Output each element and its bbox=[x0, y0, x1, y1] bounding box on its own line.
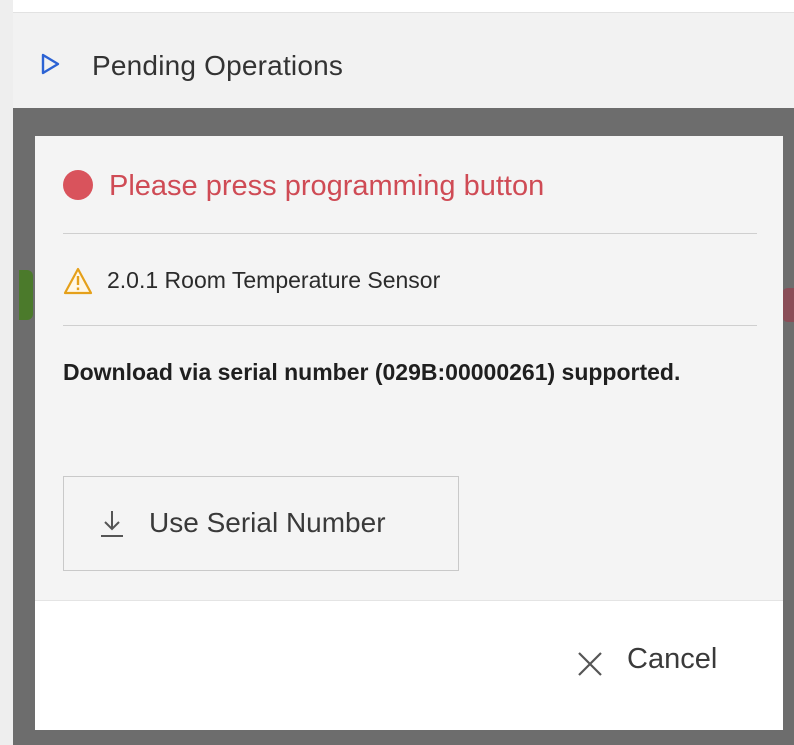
divider bbox=[63, 233, 757, 234]
cancel-label: Cancel bbox=[627, 643, 718, 675]
app-left-strip bbox=[0, 0, 13, 745]
pending-operations-header: Pending Operations bbox=[13, 12, 794, 110]
warning-icon bbox=[63, 267, 93, 295]
cancel-button[interactable]: Cancel bbox=[563, 631, 753, 693]
serial-number-message: Download via serial number (029B:0000026… bbox=[63, 359, 681, 385]
divider bbox=[63, 325, 757, 326]
app-window: Pending Operations Please press programm… bbox=[0, 0, 794, 745]
use-serial-number-label: Use Serial Number bbox=[149, 507, 386, 538]
background-item-edge-right bbox=[782, 288, 794, 322]
page-title: Pending Operations bbox=[92, 50, 344, 81]
programming-dialog: Please press programming button 2.0.1 Ro… bbox=[35, 136, 783, 730]
use-serial-number-button[interactable]: Use Serial Number bbox=[63, 476, 459, 571]
device-name: 2.0.1 Room Temperature Sensor bbox=[107, 267, 441, 293]
download-icon bbox=[101, 511, 123, 537]
close-icon bbox=[578, 652, 602, 676]
dialog-body: Please press programming button 2.0.1 Ro… bbox=[35, 136, 783, 600]
status-dot-icon bbox=[63, 170, 93, 200]
status-message: Please press programming button bbox=[109, 170, 545, 202]
background-item-edge-left bbox=[19, 270, 33, 320]
play-triangle-icon[interactable] bbox=[39, 53, 61, 75]
